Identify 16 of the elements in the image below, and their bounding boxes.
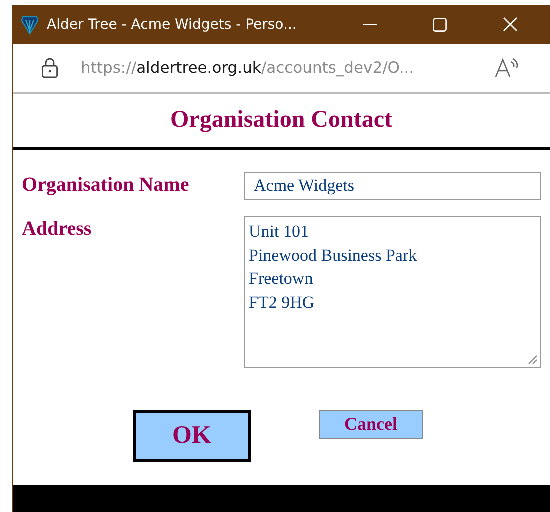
dialog-heading: Organisation Contact <box>170 107 392 134</box>
lock-icon[interactable] <box>41 57 59 79</box>
window-title: Alder Tree - Acme Widgets - Perso... <box>47 16 298 32</box>
maximize-icon[interactable] <box>433 18 447 32</box>
url-text[interactable]: https://aldertree.org.uk/accounts_dev2/O... <box>81 59 477 77</box>
default-button[interactable]: OK <box>133 410 251 462</box>
close-icon[interactable] <box>502 17 518 32</box>
read-aloud-icon[interactable] <box>495 58 519 78</box>
tree-logo-icon <box>21 14 39 36</box>
minimize-icon[interactable] <box>363 24 377 26</box>
input-field[interactable]: Acme Widgets <box>244 172 541 200</box>
address-field[interactable]: Unit 101 Pinewood Business Park Freetown FT2 9HG <box>244 216 541 368</box>
field-label: Organisation Name <box>22 173 190 198</box>
field-label: Address <box>22 217 93 242</box>
dialog-button[interactable]: Cancel <box>319 410 423 439</box>
resize-grip-icon[interactable] <box>528 355 538 365</box>
